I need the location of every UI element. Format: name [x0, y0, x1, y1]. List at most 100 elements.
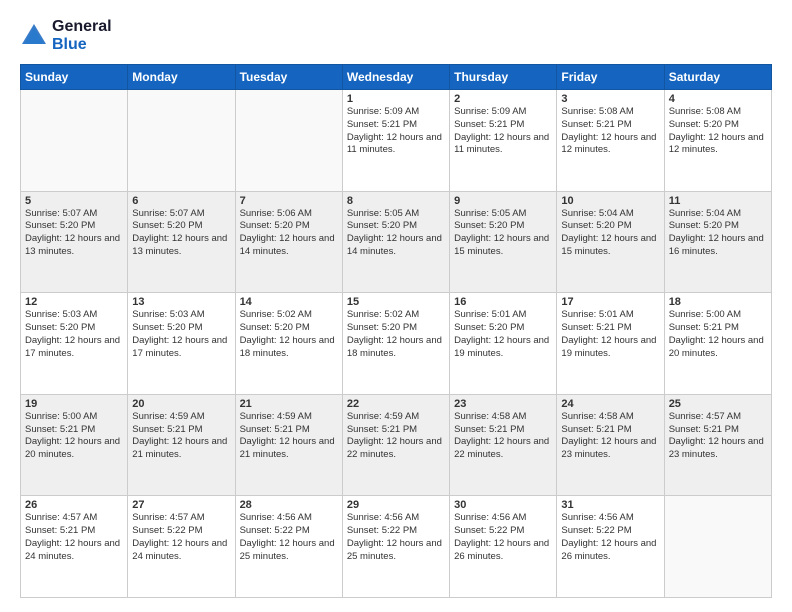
day-number: 28	[240, 499, 338, 511]
day-info: Sunrise: 5:08 AMSunset: 5:20 PMDaylight:…	[669, 106, 767, 157]
calendar-cell: 22Sunrise: 4:59 AMSunset: 5:21 PMDayligh…	[342, 394, 449, 496]
calendar-cell: 1Sunrise: 5:09 AMSunset: 5:21 PMDaylight…	[342, 90, 449, 192]
calendar-table: SundayMondayTuesdayWednesdayThursdayFrid…	[20, 64, 772, 598]
calendar-cell: 20Sunrise: 4:59 AMSunset: 5:21 PMDayligh…	[128, 394, 235, 496]
day-info: Sunrise: 5:00 AMSunset: 5:21 PMDaylight:…	[669, 309, 767, 360]
calendar-cell	[664, 496, 771, 598]
day-info: Sunrise: 5:05 AMSunset: 5:20 PMDaylight:…	[347, 208, 445, 259]
calendar-cell: 7Sunrise: 5:06 AMSunset: 5:20 PMDaylight…	[235, 191, 342, 293]
calendar-cell: 8Sunrise: 5:05 AMSunset: 5:20 PMDaylight…	[342, 191, 449, 293]
calendar-cell	[21, 90, 128, 192]
calendar-cell: 14Sunrise: 5:02 AMSunset: 5:20 PMDayligh…	[235, 293, 342, 395]
day-number: 3	[561, 93, 659, 105]
day-info: Sunrise: 5:03 AMSunset: 5:20 PMDaylight:…	[132, 309, 230, 360]
day-info: Sunrise: 5:06 AMSunset: 5:20 PMDaylight:…	[240, 208, 338, 259]
weekday-header-wednesday: Wednesday	[342, 65, 449, 90]
day-info: Sunrise: 4:56 AMSunset: 5:22 PMDaylight:…	[561, 512, 659, 563]
day-number: 21	[240, 398, 338, 410]
day-info: Sunrise: 4:57 AMSunset: 5:22 PMDaylight:…	[132, 512, 230, 563]
day-info: Sunrise: 5:07 AMSunset: 5:20 PMDaylight:…	[25, 208, 123, 259]
calendar-cell: 2Sunrise: 5:09 AMSunset: 5:21 PMDaylight…	[450, 90, 557, 192]
day-info: Sunrise: 5:04 AMSunset: 5:20 PMDaylight:…	[561, 208, 659, 259]
day-number: 15	[347, 296, 445, 308]
calendar-week-2: 5Sunrise: 5:07 AMSunset: 5:20 PMDaylight…	[21, 191, 772, 293]
day-number: 4	[669, 93, 767, 105]
day-number: 14	[240, 296, 338, 308]
day-info: Sunrise: 4:56 AMSunset: 5:22 PMDaylight:…	[240, 512, 338, 563]
weekday-header-thursday: Thursday	[450, 65, 557, 90]
calendar-cell: 6Sunrise: 5:07 AMSunset: 5:20 PMDaylight…	[128, 191, 235, 293]
day-number: 11	[669, 195, 767, 207]
day-number: 24	[561, 398, 659, 410]
day-info: Sunrise: 5:03 AMSunset: 5:20 PMDaylight:…	[25, 309, 123, 360]
calendar-cell: 12Sunrise: 5:03 AMSunset: 5:20 PMDayligh…	[21, 293, 128, 395]
calendar-cell: 19Sunrise: 5:00 AMSunset: 5:21 PMDayligh…	[21, 394, 128, 496]
day-info: Sunrise: 5:07 AMSunset: 5:20 PMDaylight:…	[132, 208, 230, 259]
calendar-cell: 5Sunrise: 5:07 AMSunset: 5:20 PMDaylight…	[21, 191, 128, 293]
day-info: Sunrise: 5:09 AMSunset: 5:21 PMDaylight:…	[454, 106, 552, 157]
day-info: Sunrise: 5:08 AMSunset: 5:21 PMDaylight:…	[561, 106, 659, 157]
day-info: Sunrise: 4:56 AMSunset: 5:22 PMDaylight:…	[454, 512, 552, 563]
day-number: 2	[454, 93, 552, 105]
day-info: Sunrise: 4:57 AMSunset: 5:21 PMDaylight:…	[25, 512, 123, 563]
day-info: Sunrise: 5:02 AMSunset: 5:20 PMDaylight:…	[240, 309, 338, 360]
day-info: Sunrise: 4:57 AMSunset: 5:21 PMDaylight:…	[669, 411, 767, 462]
day-info: Sunrise: 4:59 AMSunset: 5:21 PMDaylight:…	[240, 411, 338, 462]
day-number: 16	[454, 296, 552, 308]
day-number: 19	[25, 398, 123, 410]
weekday-header-sunday: Sunday	[21, 65, 128, 90]
weekday-header-tuesday: Tuesday	[235, 65, 342, 90]
calendar-cell: 16Sunrise: 5:01 AMSunset: 5:20 PMDayligh…	[450, 293, 557, 395]
calendar-cell: 23Sunrise: 4:58 AMSunset: 5:21 PMDayligh…	[450, 394, 557, 496]
logo-text: General Blue	[52, 18, 112, 54]
calendar-cell: 21Sunrise: 4:59 AMSunset: 5:21 PMDayligh…	[235, 394, 342, 496]
day-number: 31	[561, 499, 659, 511]
calendar-cell: 4Sunrise: 5:08 AMSunset: 5:20 PMDaylight…	[664, 90, 771, 192]
calendar-cell: 27Sunrise: 4:57 AMSunset: 5:22 PMDayligh…	[128, 496, 235, 598]
day-number: 13	[132, 296, 230, 308]
day-number: 20	[132, 398, 230, 410]
weekday-header-friday: Friday	[557, 65, 664, 90]
day-number: 23	[454, 398, 552, 410]
day-number: 7	[240, 195, 338, 207]
day-info: Sunrise: 4:58 AMSunset: 5:21 PMDaylight:…	[454, 411, 552, 462]
day-number: 8	[347, 195, 445, 207]
calendar-cell: 26Sunrise: 4:57 AMSunset: 5:21 PMDayligh…	[21, 496, 128, 598]
calendar-cell: 29Sunrise: 4:56 AMSunset: 5:22 PMDayligh…	[342, 496, 449, 598]
day-number: 27	[132, 499, 230, 511]
day-number: 5	[25, 195, 123, 207]
calendar-cell: 3Sunrise: 5:08 AMSunset: 5:21 PMDaylight…	[557, 90, 664, 192]
day-number: 25	[669, 398, 767, 410]
weekday-header-monday: Monday	[128, 65, 235, 90]
logo-icon	[20, 22, 48, 50]
weekday-header-row: SundayMondayTuesdayWednesdayThursdayFrid…	[21, 65, 772, 90]
calendar-cell	[128, 90, 235, 192]
calendar-cell: 28Sunrise: 4:56 AMSunset: 5:22 PMDayligh…	[235, 496, 342, 598]
day-info: Sunrise: 5:05 AMSunset: 5:20 PMDaylight:…	[454, 208, 552, 259]
day-info: Sunrise: 5:01 AMSunset: 5:20 PMDaylight:…	[454, 309, 552, 360]
calendar-cell: 15Sunrise: 5:02 AMSunset: 5:20 PMDayligh…	[342, 293, 449, 395]
day-info: Sunrise: 4:59 AMSunset: 5:21 PMDaylight:…	[347, 411, 445, 462]
day-number: 29	[347, 499, 445, 511]
header: General Blue	[20, 18, 772, 54]
calendar-week-1: 1Sunrise: 5:09 AMSunset: 5:21 PMDaylight…	[21, 90, 772, 192]
day-info: Sunrise: 4:59 AMSunset: 5:21 PMDaylight:…	[132, 411, 230, 462]
calendar-week-3: 12Sunrise: 5:03 AMSunset: 5:20 PMDayligh…	[21, 293, 772, 395]
calendar-cell: 10Sunrise: 5:04 AMSunset: 5:20 PMDayligh…	[557, 191, 664, 293]
calendar-cell: 18Sunrise: 5:00 AMSunset: 5:21 PMDayligh…	[664, 293, 771, 395]
day-info: Sunrise: 5:02 AMSunset: 5:20 PMDaylight:…	[347, 309, 445, 360]
day-number: 22	[347, 398, 445, 410]
day-number: 9	[454, 195, 552, 207]
day-number: 6	[132, 195, 230, 207]
calendar-cell: 30Sunrise: 4:56 AMSunset: 5:22 PMDayligh…	[450, 496, 557, 598]
calendar-week-4: 19Sunrise: 5:00 AMSunset: 5:21 PMDayligh…	[21, 394, 772, 496]
day-info: Sunrise: 5:01 AMSunset: 5:21 PMDaylight:…	[561, 309, 659, 360]
calendar-cell: 13Sunrise: 5:03 AMSunset: 5:20 PMDayligh…	[128, 293, 235, 395]
calendar-cell: 11Sunrise: 5:04 AMSunset: 5:20 PMDayligh…	[664, 191, 771, 293]
day-info: Sunrise: 5:09 AMSunset: 5:21 PMDaylight:…	[347, 106, 445, 157]
calendar-week-5: 26Sunrise: 4:57 AMSunset: 5:21 PMDayligh…	[21, 496, 772, 598]
calendar-cell: 24Sunrise: 4:58 AMSunset: 5:21 PMDayligh…	[557, 394, 664, 496]
calendar-cell	[235, 90, 342, 192]
day-info: Sunrise: 5:04 AMSunset: 5:20 PMDaylight:…	[669, 208, 767, 259]
day-number: 12	[25, 296, 123, 308]
